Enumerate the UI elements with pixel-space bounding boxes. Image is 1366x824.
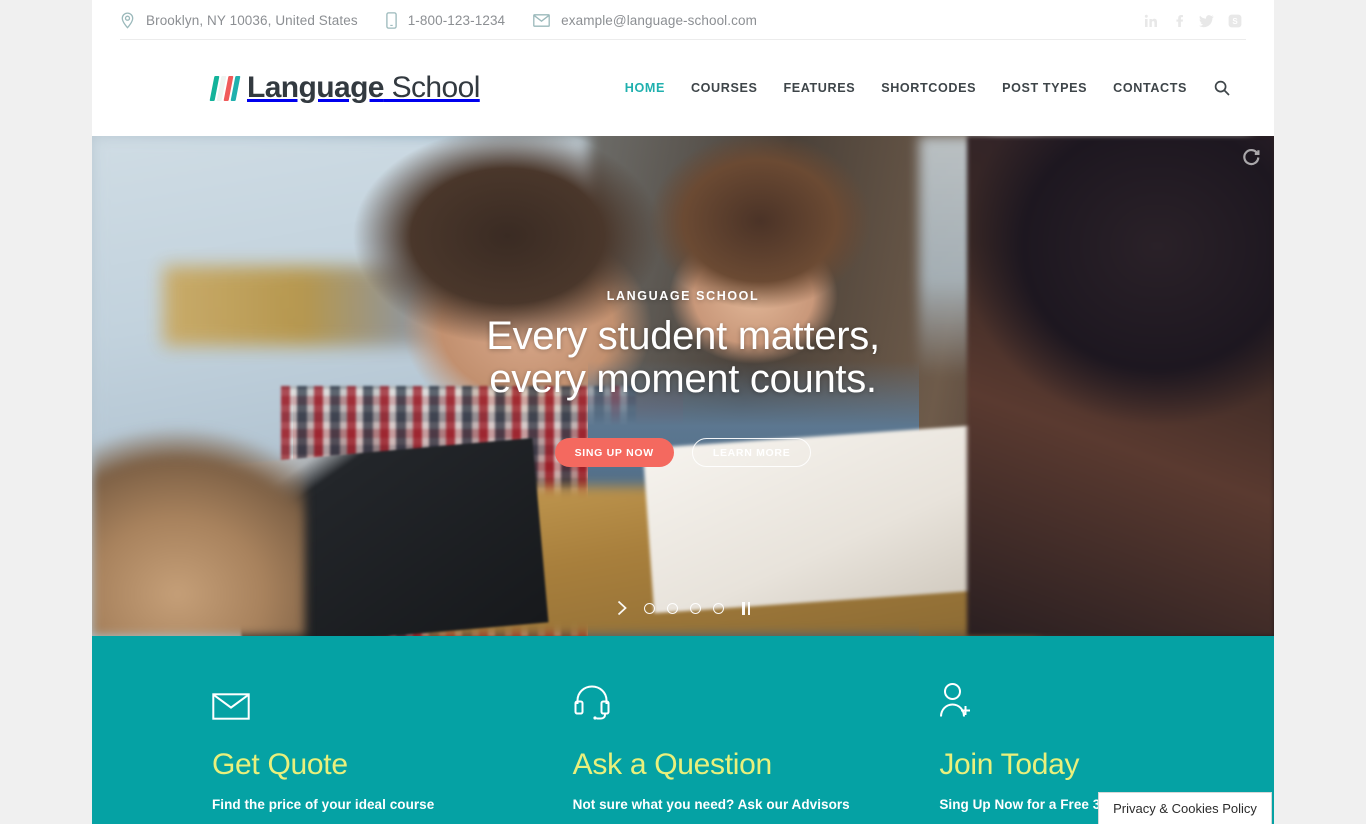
- feature-subtitle: Not sure what you need? Ask our Advisors: [572, 797, 850, 812]
- add-user-icon: [939, 680, 1246, 720]
- site-logo[interactable]: Language School: [120, 73, 480, 103]
- logo-mark-icon: [209, 75, 241, 101]
- slider-dot-3[interactable]: [690, 602, 701, 614]
- skype-icon[interactable]: S: [1227, 13, 1242, 28]
- cookie-policy-label: Privacy & Cookies Policy: [1113, 801, 1257, 816]
- feature-title: Get Quote: [212, 748, 348, 781]
- feature-get-quote[interactable]: Get Quote Find the price of your ideal c…: [120, 636, 519, 824]
- feature-ask-a-question[interactable]: Ask a Question Not sure what you need? A…: [519, 636, 880, 824]
- hero-eyebrow: LANGUAGE SCHOOL: [606, 289, 760, 303]
- logo-light: School: [383, 71, 481, 104]
- slider-dot-1[interactable]: [644, 602, 655, 614]
- nav-item-courses[interactable]: COURSES: [691, 81, 757, 95]
- site-page: Brooklyn, NY 10036, United States 1-800-…: [92, 0, 1274, 824]
- email-text: example@language-school.com: [561, 13, 757, 28]
- twitter-icon[interactable]: [1199, 13, 1214, 28]
- nav-item-shortcodes[interactable]: SHORTCODES: [881, 81, 976, 95]
- learn-more-button[interactable]: LEARN MORE: [691, 438, 812, 468]
- feature-title: Join Today: [939, 748, 1080, 781]
- hero-title: Every student matters, every moment coun…: [486, 314, 880, 402]
- linkedin-icon[interactable]: [1143, 13, 1158, 28]
- social-links: S: [1143, 13, 1246, 28]
- nav-item-home[interactable]: HOME: [625, 81, 665, 95]
- slider-dot-4[interactable]: [713, 602, 724, 614]
- feature-title: Ask a Question: [572, 748, 773, 781]
- slider-dot-2[interactable]: [667, 602, 678, 614]
- phone-text: 1-800-123-1234: [407, 13, 506, 28]
- slider-dots: [644, 602, 724, 614]
- envelope-icon: [533, 14, 551, 27]
- nav-item-contacts[interactable]: CONTACTS: [1113, 81, 1187, 95]
- feature-subtitle: Find the price of your ideal course: [212, 797, 435, 812]
- email-item: example@language-school.com: [533, 13, 757, 28]
- hero-title-line-2: every moment counts.: [489, 357, 877, 402]
- nav-item-features[interactable]: FEATURES: [783, 81, 855, 95]
- pause-icon[interactable]: [742, 601, 750, 615]
- chevron-right-icon[interactable]: [616, 600, 628, 616]
- phone-item: 1-800-123-1234: [385, 12, 506, 29]
- nav-item-post-types[interactable]: POST TYPES: [1002, 81, 1087, 95]
- envelope-icon: [212, 680, 519, 720]
- feature-band: Get Quote Find the price of your ideal c…: [92, 636, 1274, 824]
- location-pin-icon: [120, 12, 135, 29]
- address-item: Brooklyn, NY 10036, United States: [120, 12, 358, 29]
- logo-text: Language School: [247, 73, 480, 103]
- facebook-icon[interactable]: [1171, 13, 1186, 28]
- hero-title-line-1: Every student matters,: [486, 314, 880, 358]
- svg-text:S: S: [1232, 17, 1238, 26]
- hero-slider: LANGUAGE SCHOOL Every student matters, e…: [92, 136, 1274, 636]
- mobile-phone-icon: [385, 12, 397, 29]
- hero-buttons: SING UP NOW LEARN MORE: [554, 438, 812, 468]
- slider-controls: [92, 600, 1274, 616]
- search-icon[interactable]: [1214, 80, 1230, 96]
- logo-bold: Language: [247, 71, 384, 104]
- sign-up-now-button[interactable]: SING UP NOW: [554, 438, 674, 468]
- main-navigation: HOME COURSES FEATURES SHORTCODES POST TY…: [599, 80, 1246, 96]
- address-text: Brooklyn, NY 10036, United States: [146, 13, 358, 28]
- headset-icon: [573, 680, 880, 720]
- site-header: Language School HOME COURSES FEATURES SH…: [120, 40, 1246, 136]
- top-info-bar: Brooklyn, NY 10036, United States 1-800-…: [120, 0, 1246, 40]
- cookie-policy-banner[interactable]: Privacy & Cookies Policy: [1098, 792, 1272, 824]
- hero-content: LANGUAGE SCHOOL Every student matters, e…: [92, 136, 1274, 636]
